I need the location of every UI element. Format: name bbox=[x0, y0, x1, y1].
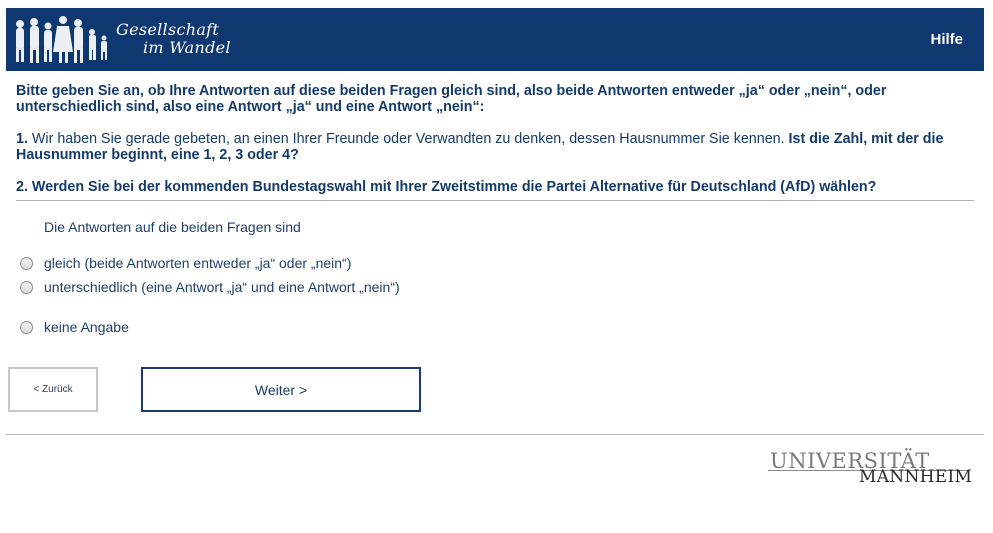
option-label: gleich (beide Antworten entweder „ja“ od… bbox=[44, 255, 352, 271]
option-label: keine Angabe bbox=[44, 319, 129, 335]
radio-button[interactable] bbox=[20, 280, 33, 294]
university-logo: UNIVERSITÄT MANNHEIM bbox=[768, 449, 972, 489]
logo-title-line2: im Wandel bbox=[143, 38, 231, 57]
footer-divider bbox=[6, 434, 984, 435]
option-label: unterschiedlich (eine Antwort „ja“ und e… bbox=[44, 279, 400, 295]
question-1-number: 1. bbox=[16, 131, 28, 147]
option-unterschiedlich[interactable]: unterschiedlich (eine Antwort „ja“ und e… bbox=[20, 279, 400, 295]
question-intro: Bitte geben Sie an, ob Ihre Antworten au… bbox=[16, 83, 887, 115]
question-2: 2. Werden Sie bei der kommenden Bundesta… bbox=[16, 179, 877, 195]
back-button[interactable]: < Zurück bbox=[8, 367, 98, 412]
help-link[interactable]: Hilfe bbox=[930, 31, 963, 48]
option-gleich[interactable]: gleich (beide Antworten entweder „ja“ od… bbox=[20, 255, 351, 271]
answer-label: Die Antworten auf die beiden Fragen sind bbox=[44, 219, 301, 235]
option-keine-angabe[interactable]: keine Angabe bbox=[20, 319, 129, 335]
question-1-text: Wir haben Sie gerade gebeten, an einen I… bbox=[27, 131, 789, 147]
university-logo-line2: MANNHEIM bbox=[859, 467, 973, 487]
question-1: 1. Wir haben Sie gerade gebeten, an eine… bbox=[16, 131, 976, 163]
logo-title-line1: Gesellschaft bbox=[116, 20, 220, 39]
radio-button[interactable] bbox=[20, 256, 33, 270]
divider bbox=[16, 200, 974, 201]
next-button[interactable]: Weiter > bbox=[141, 367, 421, 412]
radio-button[interactable] bbox=[20, 320, 33, 334]
